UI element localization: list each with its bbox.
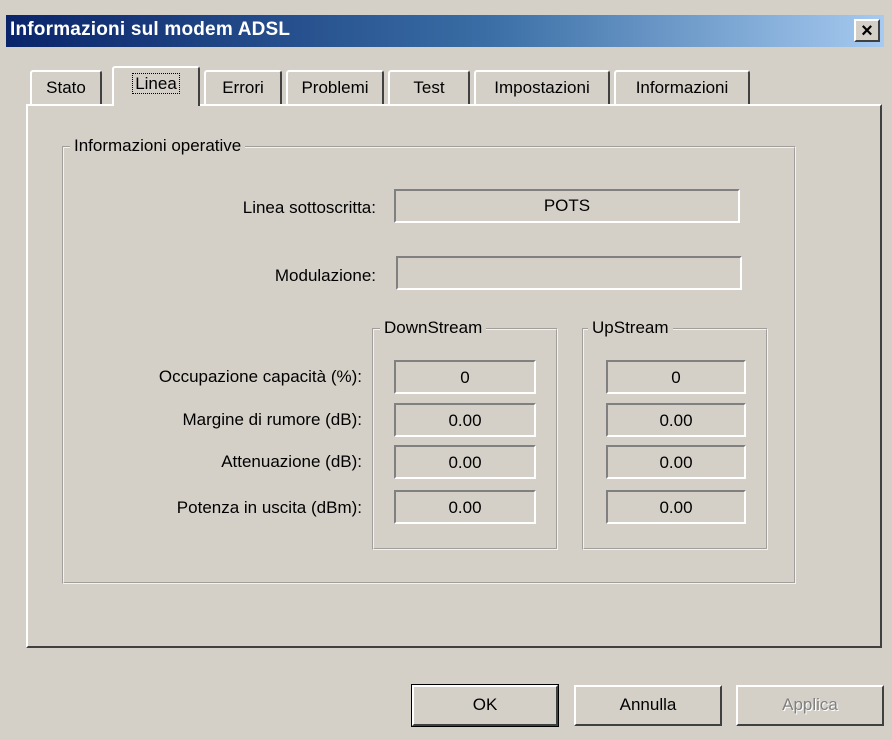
output-power-label: Potenza in uscita (dBm): [176, 498, 362, 517]
tab-label: Problemi [301, 78, 369, 97]
tab-informazioni[interactable]: Informazioni [614, 70, 750, 104]
cancel-button[interactable]: Annulla [574, 685, 722, 726]
capacity-label: Occupazione capacità (%): [158, 367, 362, 386]
tab-label: Stato [46, 78, 86, 97]
tab-label: Impostazioni [494, 78, 590, 97]
window-title: Informazioni sul modem ADSL [10, 19, 291, 40]
tab-stato[interactable]: Stato [30, 70, 102, 104]
capacity-down-field: 0 [394, 360, 536, 394]
tab-label: Linea [132, 73, 180, 94]
upstream-title: UpStream [588, 318, 673, 338]
modulation-field [396, 256, 742, 290]
cancel-button-label: Annulla [619, 695, 677, 714]
noise-margin-down-field: 0.00 [394, 403, 536, 437]
noise-margin-label: Margine di rumore (dB): [182, 410, 362, 429]
downstream-title: DownStream [380, 318, 487, 338]
apply-button[interactable]: Applica [736, 685, 884, 726]
apply-button-label: Applica [782, 695, 838, 714]
ok-button[interactable]: OK [411, 684, 559, 727]
capacity-up-field: 0 [606, 360, 746, 394]
modulation-label: Modulazione: [274, 266, 376, 285]
tab-label: Informazioni [635, 78, 729, 97]
subscribed-line-field: POTS [394, 189, 740, 223]
tab-linea[interactable]: Linea [112, 66, 200, 106]
subscribed-line-label: Linea sottoscritta: [242, 198, 376, 217]
ok-button-label: OK [472, 695, 498, 714]
attenuation-down-field: 0.00 [394, 445, 536, 479]
output-power-down-field: 0.00 [394, 490, 536, 524]
tab-impostazioni[interactable]: Impostazioni [474, 70, 610, 104]
tab-errori[interactable]: Errori [204, 70, 282, 104]
noise-margin-up-field: 0.00 [606, 403, 746, 437]
group-title: Informazioni operative [70, 136, 246, 156]
title-bar[interactable]: Informazioni sul modem ADSL × [6, 15, 884, 47]
dialog-window: Informazioni sul modem ADSL × Stato Line… [0, 0, 892, 740]
tab-label: Test [413, 78, 445, 97]
tab-test[interactable]: Test [388, 70, 470, 104]
tab-label: Errori [222, 78, 264, 97]
attenuation-up-field: 0.00 [606, 445, 746, 479]
output-power-up-field: 0.00 [606, 490, 746, 524]
close-button[interactable]: × [854, 19, 880, 42]
tab-problemi[interactable]: Problemi [286, 70, 384, 104]
attenuation-label: Attenuazione (dB): [221, 452, 362, 471]
